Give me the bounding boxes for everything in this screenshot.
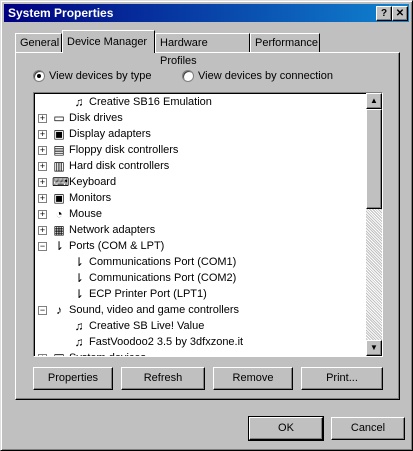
radio-label: View devices by connection	[198, 70, 333, 82]
sound-controller-icon: ♪	[56, 303, 62, 317]
radio-selected-dot	[37, 74, 41, 78]
audio-device-icon: ♫	[74, 95, 84, 109]
system-properties-window: System Properties ? ✕ General Device Man…	[0, 0, 413, 451]
port-icon: ⇂	[73, 287, 85, 301]
radio-label: View devices by type	[49, 70, 152, 82]
radio-indicator[interactable]	[33, 70, 45, 82]
tree-row-label: Mouse	[69, 208, 103, 220]
help-button[interactable]: ?	[376, 6, 392, 21]
tree-row-label: Communications Port (COM1)	[89, 256, 237, 268]
tree-row-label: Disk drives	[69, 112, 123, 124]
port-icon: ⇂	[73, 271, 85, 285]
monitor-icon: ▣	[53, 191, 65, 205]
expand-icon[interactable]: +	[38, 146, 47, 155]
tab-label: Performance	[255, 37, 318, 49]
tree-row-label: Communications Port (COM2)	[89, 272, 237, 284]
expand-icon[interactable]: +	[38, 210, 47, 219]
expand-icon[interactable]: +	[38, 130, 47, 139]
scroll-thumb[interactable]	[366, 109, 382, 209]
mouse-icon: ◔	[55, 207, 63, 221]
expand-icon[interactable]: +	[38, 354, 47, 356]
tree-row-label: Creative SB Live! Value	[89, 320, 205, 332]
radio-indicator[interactable]	[182, 70, 194, 82]
disk-drive-icon: ▭	[53, 111, 65, 125]
audio-device-icon: ♫	[74, 335, 84, 349]
hard-disk-controller-icon: ▥	[53, 159, 65, 173]
tab-hardware-profiles[interactable]: Hardware Profiles	[155, 33, 250, 67]
collapse-icon[interactable]: −	[38, 242, 47, 251]
tree-row-label: ECP Printer Port (LPT1)	[89, 288, 207, 300]
expand-icon[interactable]: +	[38, 194, 47, 203]
expand-icon[interactable]: +	[38, 162, 47, 171]
expand-icon[interactable]: +	[38, 114, 47, 123]
vertical-scrollbar[interactable]: ▲ ▼	[366, 93, 382, 356]
device-tree[interactable]: ♫ Creative SB16 Emulation + ▭ Disk drives + ▣ D…	[33, 92, 383, 357]
title-bar[interactable]: System Properties ? ✕	[4, 4, 409, 22]
collapse-icon[interactable]: −	[38, 306, 47, 315]
radio-view-by-connection[interactable]: View devices by connection	[182, 69, 342, 83]
computer-icon: ▣	[52, 351, 66, 356]
window-title: System Properties	[8, 6, 114, 20]
scroll-up-button[interactable]: ▲	[366, 93, 382, 109]
port-icon: ⇂	[73, 255, 85, 269]
scroll-down-button[interactable]: ▼	[366, 340, 382, 356]
refresh-button[interactable]: Refresh	[121, 367, 205, 390]
tree-row-label: Creative SB16 Emulation	[89, 96, 212, 108]
properties-button[interactable]: Properties	[33, 367, 113, 390]
ok-button[interactable]: OK	[248, 416, 324, 441]
tree-row-label: System devices	[69, 350, 146, 356]
keyboard-icon: ⌨	[52, 175, 70, 189]
tree-row-label: Network adapters	[69, 224, 156, 236]
expand-icon[interactable]: +	[38, 178, 47, 187]
close-button[interactable]: ✕	[392, 6, 408, 21]
radio-view-by-type[interactable]: View devices by type	[33, 69, 173, 83]
tab-label: General	[20, 37, 60, 49]
tab-general[interactable]: General	[15, 33, 62, 52]
tree-row-label: Hard disk controllers	[69, 160, 170, 172]
tree-row-label: Ports (COM & LPT)	[69, 240, 165, 252]
network-adapter-icon: ▦	[53, 223, 65, 237]
remove-button[interactable]: Remove	[213, 367, 293, 390]
tree-row-label: FastVoodoo2 3.5 by 3dfxzone.it	[89, 336, 244, 348]
tab-performance[interactable]: Performance	[250, 33, 320, 52]
tree-row-label: Keyboard	[69, 176, 117, 188]
tab-device-manager[interactable]: Device Manager	[62, 30, 155, 53]
expand-icon[interactable]: +	[38, 226, 47, 235]
floppy-controller-icon: ▤	[53, 143, 65, 157]
audio-device-icon: ♫	[74, 319, 84, 333]
tab-label: Device Manager	[67, 36, 148, 48]
device-tree-list: ♫ Creative SB16 Emulation + ▭ Disk drives + ▣ D…	[34, 93, 367, 356]
print-button[interactable]: Print...	[301, 367, 383, 390]
monitor-icon: ▣	[53, 127, 65, 141]
tree-row-label: Monitors	[69, 192, 112, 204]
port-icon: ⇂	[53, 239, 65, 253]
tree-row-label: Sound, video and game controllers	[69, 304, 239, 316]
tree-row-label: Floppy disk controllers	[69, 144, 179, 156]
tree-row-label: Display adapters	[69, 128, 151, 140]
cancel-button[interactable]: Cancel	[331, 417, 405, 440]
